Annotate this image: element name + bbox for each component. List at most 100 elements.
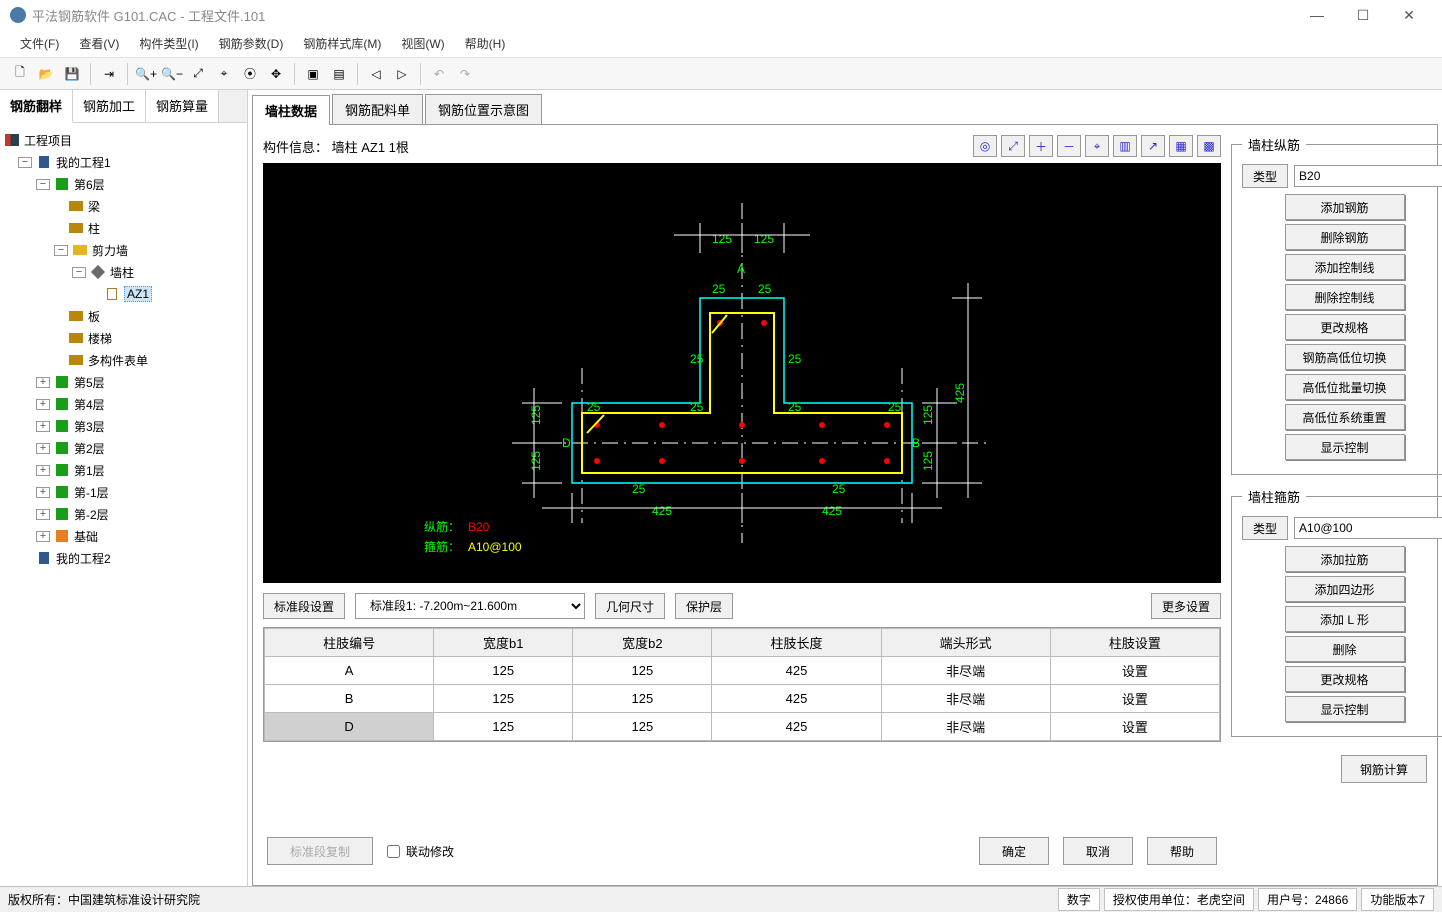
collapse-icon[interactable]: − — [18, 157, 32, 168]
more-setting-button[interactable]: 更多设置 — [1151, 593, 1221, 619]
expand-icon[interactable]: + — [36, 509, 50, 520]
tree-project2[interactable]: 我的工程2 — [4, 547, 243, 569]
table-row[interactable]: D125125425非尽端设置 — [265, 713, 1220, 741]
table-header[interactable]: 柱肢长度 — [712, 629, 881, 657]
table-cell[interactable]: D — [265, 713, 434, 741]
menu-view[interactable]: 查看(V) — [69, 31, 129, 56]
table-cell[interactable]: 125 — [573, 657, 712, 685]
tree-multi[interactable]: 多构件表单 — [4, 349, 243, 371]
longit-action-button[interactable]: 显示控制 — [1285, 434, 1405, 460]
section-canvas[interactable]: 125125 A 2525 2525 25252525 2525 125 125… — [263, 163, 1221, 583]
menu-viewport[interactable]: 视图(W) — [391, 31, 454, 56]
longit-type-button[interactable]: 类型 — [1242, 164, 1288, 188]
maximize-button[interactable]: ☐ — [1340, 0, 1386, 30]
tree-stair[interactable]: 楼梯 — [4, 327, 243, 349]
tab-rebar-position[interactable]: 钢筋位置示意图 — [425, 94, 542, 124]
pan-icon[interactable]: ✥ — [264, 62, 288, 86]
longit-type-input[interactable] — [1294, 165, 1442, 187]
help-button[interactable]: 帮助 — [1147, 837, 1217, 865]
project-tree[interactable]: 工程项目 −我的工程1 −第6层 梁 柱 −剪力墙 −墙柱 AZ1 板 楼梯 多… — [0, 123, 247, 886]
cancel-button[interactable]: 取消 — [1063, 837, 1133, 865]
expand-icon[interactable]: + — [36, 377, 50, 388]
doc2-icon[interactable]: ▤ — [327, 62, 351, 86]
stirrup-action-button[interactable]: 添加四边形 — [1285, 576, 1405, 602]
doc1-icon[interactable]: ▣ — [301, 62, 325, 86]
table-cell[interactable]: 125 — [434, 657, 573, 685]
save-file-icon[interactable]: 💾 — [60, 62, 84, 86]
tree-floor-n2[interactable]: +第-2层 — [4, 503, 243, 525]
collapse-icon[interactable]: − — [54, 245, 68, 256]
longit-action-button[interactable]: 添加钢筋 — [1285, 194, 1405, 220]
tab-rebar-quantity[interactable]: 钢筋算量 — [146, 90, 219, 122]
stirrup-type-button[interactable]: 类型 — [1242, 516, 1288, 540]
longit-action-button[interactable]: 高低位系统重置 — [1285, 404, 1405, 430]
longit-action-button[interactable]: 高低位批量切换 — [1285, 374, 1405, 400]
menu-help[interactable]: 帮助(H) — [455, 31, 516, 56]
undo-icon[interactable]: ↶ — [427, 62, 451, 86]
table-cell[interactable]: B — [265, 685, 434, 713]
tab-rebar-layout[interactable]: 钢筋翻样 — [0, 90, 73, 123]
stirrup-action-button[interactable]: 删除 — [1285, 636, 1405, 662]
canvas-tool-grid1-icon[interactable]: ▦ — [1169, 135, 1193, 157]
collapse-icon[interactable]: − — [36, 179, 50, 190]
stirrup-type-input[interactable] — [1294, 517, 1442, 539]
table-cell[interactable]: 125 — [573, 685, 712, 713]
expand-icon[interactable]: + — [36, 531, 50, 542]
menu-file[interactable]: 文件(F) — [10, 31, 69, 56]
canvas-tool-zoomout-icon[interactable]: － — [1057, 135, 1081, 157]
next-icon[interactable]: ▷ — [390, 62, 414, 86]
zoom-out-icon[interactable]: 🔍− — [160, 62, 184, 86]
zoom-reset-icon[interactable]: ⦿ — [238, 62, 262, 86]
menu-rebar-params[interactable]: 钢筋参数(D) — [209, 31, 294, 56]
table-cell[interactable]: 设置 — [1050, 713, 1219, 741]
cover-button[interactable]: 保护层 — [675, 593, 733, 619]
tab-rebar-list[interactable]: 钢筋配料单 — [332, 94, 423, 124]
tree-floor3[interactable]: +第3层 — [4, 415, 243, 437]
tree-root[interactable]: 工程项目 — [4, 129, 243, 151]
table-cell[interactable]: 非尽端 — [881, 685, 1050, 713]
open-file-icon[interactable]: 📂 — [34, 62, 58, 86]
new-file-icon[interactable]: 🗋 — [8, 62, 32, 86]
tree-floor4[interactable]: +第4层 — [4, 393, 243, 415]
tree-project1[interactable]: −我的工程1 — [4, 151, 243, 173]
table-cell[interactable]: 425 — [712, 685, 881, 713]
longit-action-button[interactable]: 删除控制线 — [1285, 284, 1405, 310]
table-header[interactable]: 宽度b1 — [434, 629, 573, 657]
longit-action-button[interactable]: 删除钢筋 — [1285, 224, 1405, 250]
tree-floor1[interactable]: +第1层 — [4, 459, 243, 481]
table-cell[interactable]: 非尽端 — [881, 657, 1050, 685]
table-header[interactable]: 端头形式 — [881, 629, 1050, 657]
segment-copy-button[interactable]: 标准段复制 — [267, 837, 373, 865]
table-cell[interactable]: 设置 — [1050, 657, 1219, 685]
canvas-tool-grid2-icon[interactable]: ▩ — [1197, 135, 1221, 157]
table-cell[interactable]: 非尽端 — [881, 713, 1050, 741]
canvas-tool-zoomwin-icon[interactable]: ⌖ — [1085, 135, 1109, 157]
minimize-button[interactable]: — — [1294, 0, 1340, 30]
stirrup-action-button[interactable]: 添加 L 形 — [1285, 606, 1405, 632]
table-cell[interactable]: 425 — [712, 657, 881, 685]
calculate-button[interactable]: 钢筋计算 — [1341, 755, 1427, 783]
zoom-fit-icon[interactable]: ⤢ — [186, 62, 210, 86]
canvas-tool-chart-icon[interactable]: ▥ — [1113, 135, 1137, 157]
canvas-tool-target-icon[interactable]: ◎ — [973, 135, 997, 157]
tree-column[interactable]: 柱 — [4, 217, 243, 239]
collapse-icon[interactable]: − — [72, 267, 86, 278]
table-header[interactable]: 柱肢编号 — [265, 629, 434, 657]
tree-foundation[interactable]: +基础 — [4, 525, 243, 547]
redo-icon[interactable]: ↷ — [453, 62, 477, 86]
longit-action-button[interactable]: 添加控制线 — [1285, 254, 1405, 280]
table-cell[interactable]: A — [265, 657, 434, 685]
tree-wallcolumn[interactable]: −墙柱 — [4, 261, 243, 283]
geometry-button[interactable]: 几何尺寸 — [595, 593, 665, 619]
stirrup-action-button[interactable]: 更改规格 — [1285, 666, 1405, 692]
table-row[interactable]: A125125425非尽端设置 — [265, 657, 1220, 685]
segment-dropdown[interactable]: 标准段1: -7.200m~21.600m — [355, 593, 585, 619]
table-cell[interactable]: 设置 — [1050, 685, 1219, 713]
link-edit-input[interactable] — [387, 845, 400, 858]
zoom-window-icon[interactable]: ⌖ — [212, 62, 236, 86]
tree-shearwall[interactable]: −剪力墙 — [4, 239, 243, 261]
table-cell[interactable]: 425 — [712, 713, 881, 741]
expand-icon[interactable]: + — [36, 465, 50, 476]
expand-icon[interactable]: + — [36, 421, 50, 432]
expand-icon[interactable]: + — [36, 443, 50, 454]
